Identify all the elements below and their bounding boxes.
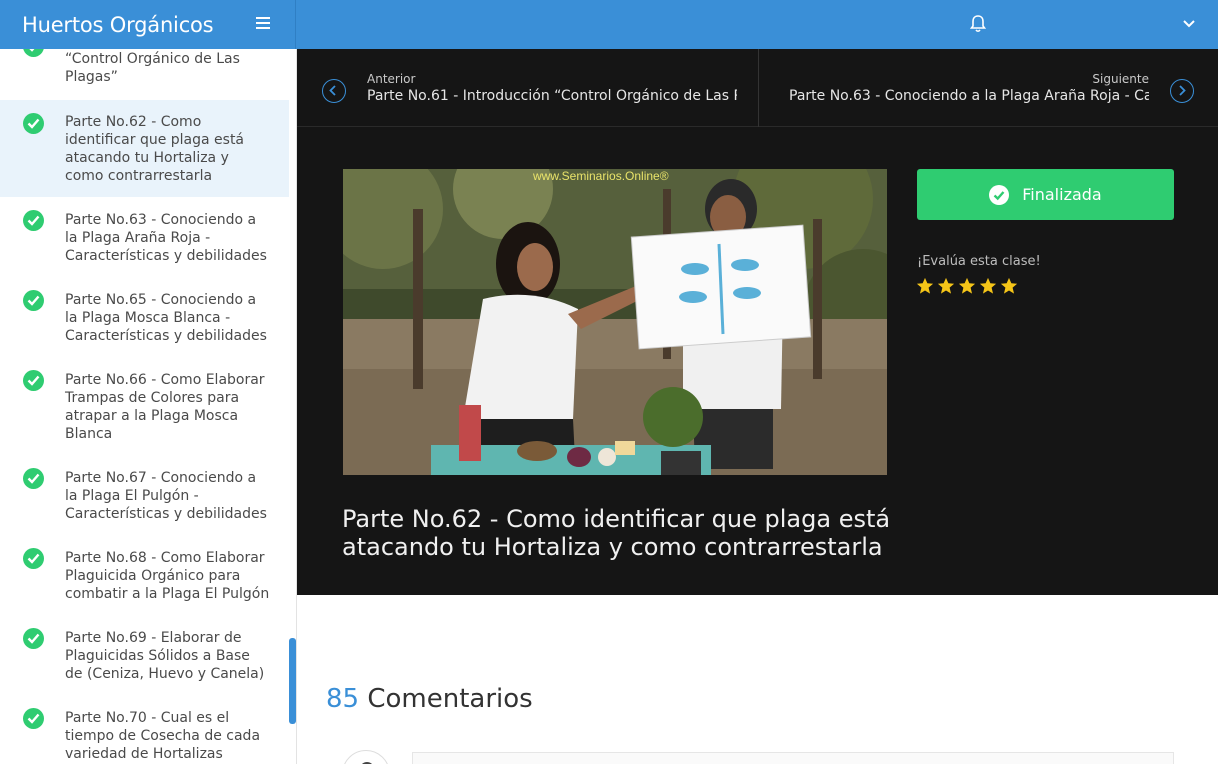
bell-icon[interactable] — [968, 14, 988, 34]
star-icon[interactable] — [958, 277, 976, 295]
avatar — [342, 750, 390, 764]
app-title-text: Huertos Orgánicos — [22, 12, 214, 37]
sidebar-item-parte-67[interactable]: Parte No.67 - Conociendo a la Plaga El P… — [0, 455, 289, 535]
check-icon — [23, 548, 44, 569]
sidebar-item-label: Parte No.67 - Conociendo a la Plaga El P… — [65, 470, 267, 522]
sidebar-scrollbar[interactable] — [289, 638, 296, 724]
next-lesson-link[interactable]: Parte No.63 - Conociendo a la Plaga Arañ… — [789, 88, 1149, 104]
lesson-player-area: www.Seminarios.Online® Parte No.62 - Com… — [297, 127, 1218, 595]
sidebar-item-label: Parte No.63 - Conociendo a la Plaga Arañ… — [65, 212, 267, 264]
check-icon — [23, 628, 44, 649]
sidebar-item-label: Parte No.69 - Elaborar de Plaguicidas Só… — [65, 630, 265, 682]
rate-label: ¡Evalúa esta clase! — [917, 254, 1041, 269]
sidebar-item-parte-69[interactable]: Parte No.69 - Elaborar de Plaguicidas Só… — [0, 615, 289, 695]
chevron-left-icon[interactable] — [322, 79, 346, 103]
finish-label: Finalizada — [1022, 185, 1102, 204]
lesson-nav: Anterior Parte No.61 - Introducción “Con… — [297, 49, 1218, 127]
video-player[interactable]: www.Seminarios.Online® — [343, 169, 887, 475]
sidebar-item-parte-62[interactable]: Parte No.62 - Como identificar que plaga… — [0, 100, 289, 197]
check-icon — [23, 468, 44, 489]
sidebar-item-parte-63[interactable]: Parte No.63 - Conociendo a la Plaga Arañ… — [0, 197, 289, 277]
sidebar-item-label: Parte No.65 - Conociendo a la Plaga Mosc… — [65, 292, 267, 344]
chevron-down-icon[interactable] — [1181, 15, 1197, 31]
hamburger-icon[interactable] — [256, 17, 270, 31]
app-title[interactable]: Huertos Orgánicos — [0, 0, 296, 49]
sidebar-item-label: Parte No.62 - Como identificar que plaga… — [65, 114, 245, 184]
sidebar-item-parte-65[interactable]: Parte No.65 - Conociendo a la Plaga Mosc… — [0, 277, 289, 357]
star-icon[interactable] — [937, 277, 955, 295]
sidebar-item-label: Parte No.66 - Como Elaborar Trampas de C… — [65, 372, 265, 442]
check-icon — [23, 49, 44, 57]
check-icon — [23, 210, 44, 231]
star-icon[interactable] — [979, 277, 997, 295]
top-bar: Huertos Orgánicos — [0, 0, 1218, 49]
star-icon[interactable] — [916, 277, 934, 295]
comments-heading: 85 Comentarios — [326, 684, 533, 714]
chevron-right-icon[interactable] — [1170, 79, 1194, 103]
lesson-title: Parte No.62 - Como identificar que plaga… — [342, 505, 891, 561]
sidebar-item-parte-70[interactable]: Parte No.70 - Cual es el tiempo de Cosec… — [0, 695, 289, 764]
next-label: Siguiente — [1092, 72, 1149, 86]
prev-lesson-link[interactable]: Parte No.61 - Introducción “Control Orgá… — [367, 88, 737, 104]
video-watermark: www.Seminarios.Online® — [532, 169, 669, 183]
check-icon — [23, 370, 44, 391]
sidebar-item-label: Parte No.70 - Cual es el tiempo de Cosec… — [65, 710, 261, 762]
check-icon — [23, 290, 44, 311]
sidebar-item-control-organico[interactable]: “Control Orgánico de Las Plagas” — [0, 49, 289, 99]
sidebar-item-parte-66[interactable]: Parte No.66 - Como Elaborar Trampas de C… — [0, 357, 289, 455]
sidebar-item-label: Parte No.68 - Como Elaborar Plaguicida O… — [65, 550, 270, 602]
rating-stars[interactable] — [916, 277, 1018, 295]
finish-button[interactable]: Finalizada — [917, 169, 1174, 220]
sidebar-item-label: “Control Orgánico de Las Plagas” — [65, 51, 240, 85]
nav-divider — [758, 49, 759, 127]
lesson-sidebar: “Control Orgánico de Las Plagas” Parte N… — [0, 49, 297, 764]
sidebar-item-parte-68[interactable]: Parte No.68 - Como Elaborar Plaguicida O… — [0, 535, 289, 615]
star-icon[interactable] — [1000, 277, 1018, 295]
check-icon — [23, 113, 44, 134]
prev-label: Anterior — [367, 72, 416, 86]
comment-input[interactable] — [412, 752, 1174, 764]
comments-count: 85 — [326, 684, 360, 714]
check-icon — [989, 184, 1010, 205]
check-icon — [23, 708, 44, 729]
comments-label: Comentarios — [367, 684, 533, 714]
